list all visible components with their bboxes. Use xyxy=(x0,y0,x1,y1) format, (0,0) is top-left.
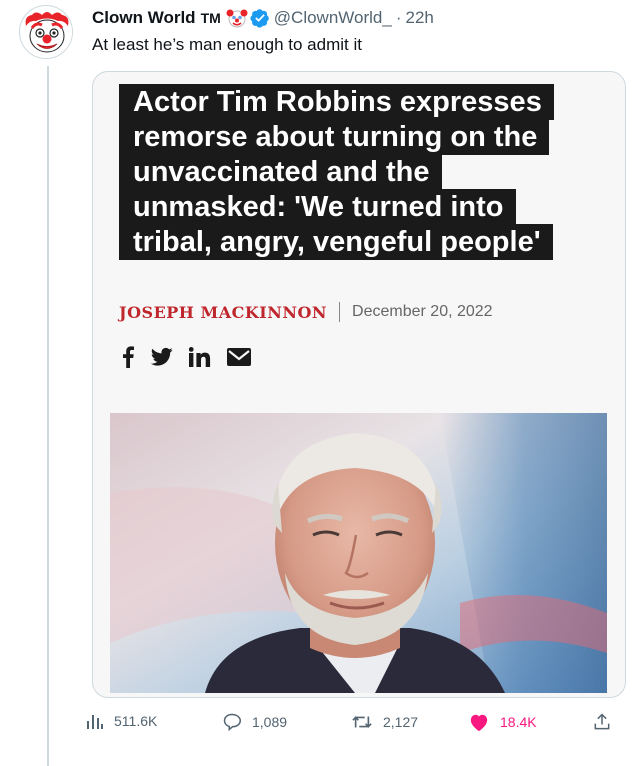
share-icon xyxy=(594,713,610,730)
views-button[interactable]: 511.6K xyxy=(86,712,157,730)
linkedin-icon xyxy=(189,347,211,367)
author-handle[interactable]: @ClownWorld_ xyxy=(274,8,392,28)
clown-emoji-icon xyxy=(226,7,248,29)
reply-button[interactable]: 1,089 xyxy=(222,712,287,732)
article-byline: JOSEPH MACKINNON December 20, 2022 xyxy=(119,302,493,322)
retweet-icon xyxy=(352,716,372,728)
tweet-action-bar: 511.6K 1,089 2,127 18.4K xyxy=(86,712,626,738)
reply-icon xyxy=(223,713,242,732)
article-date: December 20, 2022 xyxy=(352,303,493,320)
article-author: JOSEPH MACKINNON xyxy=(119,302,328,322)
views-count: 511.6K xyxy=(114,713,158,729)
reply-count: 1,089 xyxy=(252,714,288,730)
analytics-icon xyxy=(87,715,103,729)
author-name[interactable]: Clown World xyxy=(92,8,196,28)
heart-icon xyxy=(470,714,488,732)
retweet-button[interactable]: 2,127 xyxy=(351,712,418,732)
portrait-photo xyxy=(110,413,607,693)
headline-text: Actor Tim Robbins expresses remorse about… xyxy=(119,84,554,260)
share-button[interactable] xyxy=(592,712,622,732)
like-button[interactable]: 18.4K xyxy=(468,712,537,732)
byline-divider xyxy=(339,302,341,322)
header-separator: · xyxy=(395,8,402,27)
share-icons xyxy=(121,346,251,368)
clown-avatar-icon xyxy=(21,7,72,58)
article-card[interactable]: Actor Tim Robbins expresses remorse about… xyxy=(92,71,626,698)
verified-badge-icon xyxy=(250,8,270,28)
avatar[interactable] xyxy=(19,5,73,59)
tweet-timestamp[interactable]: 22h xyxy=(406,8,434,28)
tweet-header: Clown World TM @ClownWorld_ · 22h xyxy=(92,7,434,29)
facebook-icon xyxy=(123,346,134,368)
thread-line xyxy=(47,66,49,766)
article-photo xyxy=(110,413,607,693)
retweet-count: 2,127 xyxy=(383,714,419,730)
article-headline: Actor Tim Robbins expresses remorse about… xyxy=(119,84,589,260)
twitter-icon xyxy=(151,347,173,366)
trademark-label: TM xyxy=(200,10,221,26)
email-icon xyxy=(227,348,251,366)
tweet-text: At least he’s man enough to admit it xyxy=(92,35,362,54)
like-count: 18.4K xyxy=(500,714,537,730)
